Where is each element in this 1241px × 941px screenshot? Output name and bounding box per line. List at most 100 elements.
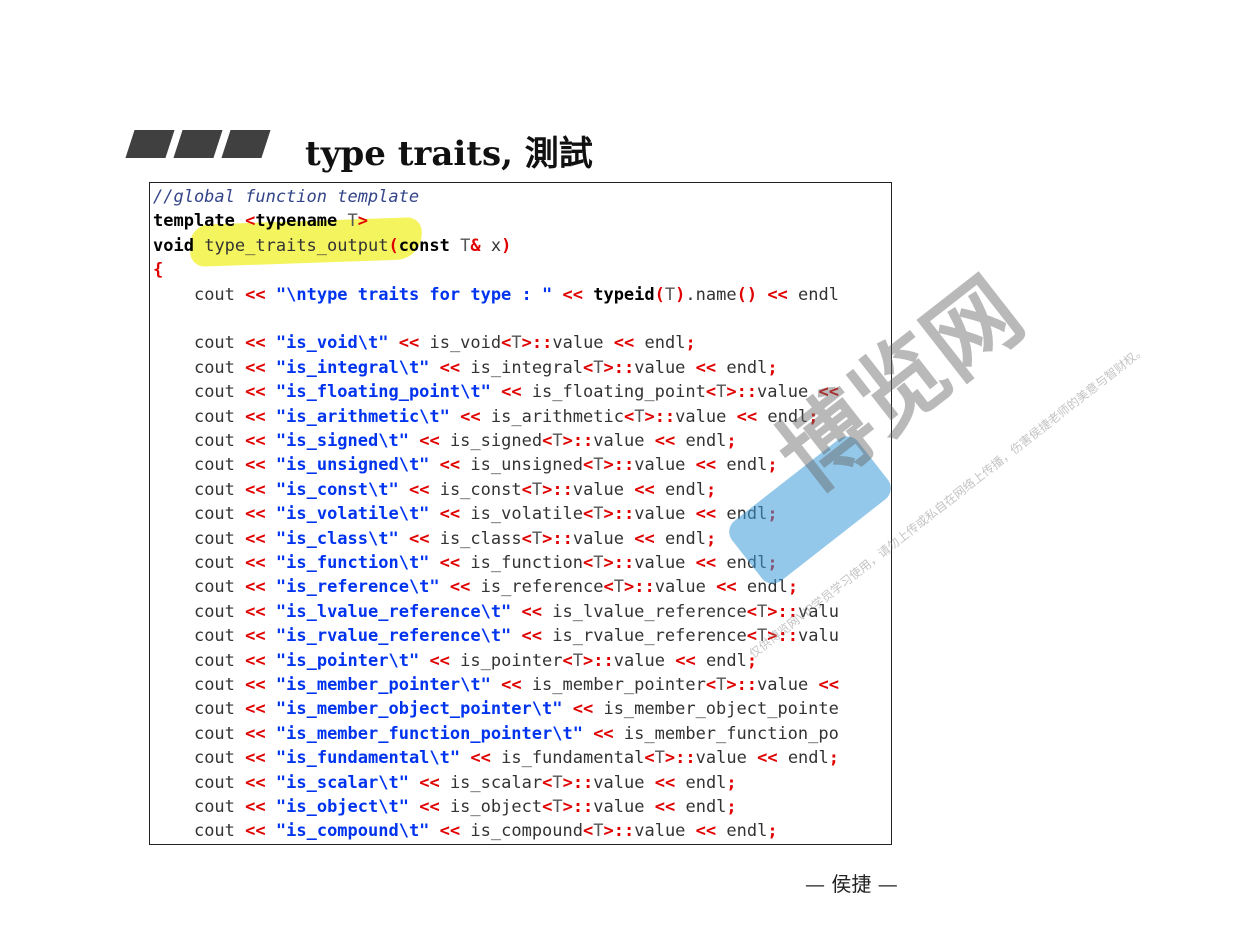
code-identifier: cout: [193, 504, 235, 525]
code-string: "is_scalar\t": [275, 772, 409, 793]
slide-title: type traits, 測試: [305, 134, 593, 174]
code-identifier: is_floating_point: [531, 382, 706, 403]
code-punct: ;: [746, 650, 758, 671]
code-identifier: T: [634, 406, 645, 427]
code-identifier: cout: [193, 797, 235, 817]
code-line: cout << "is_member_object_pointer\t" << …: [153, 697, 839, 721]
code-operator: <<: [245, 479, 266, 500]
code-identifier: .name: [685, 284, 737, 305]
code-operator: <<: [439, 821, 461, 842]
code-identifier: is_rvalue_reference: [552, 626, 747, 647]
code-operator: <<: [460, 406, 481, 427]
code-identifier: endl: [726, 357, 768, 378]
code-identifier: cout: [193, 357, 235, 378]
code-punct: >: [542, 479, 553, 500]
code-identifier: T: [572, 650, 584, 671]
code-punct: >: [603, 553, 614, 573]
code-punct: >: [603, 821, 614, 842]
code-identifier: endl: [685, 772, 727, 793]
code-punct: >: [562, 772, 573, 793]
code-identifier: value: [593, 772, 645, 793]
code-identifier: T: [531, 528, 543, 549]
code-line: //global function template: [153, 185, 419, 209]
code-punct: >: [767, 601, 778, 622]
code-punct: <: [245, 211, 256, 232]
code-punct: ;: [726, 772, 737, 793]
code-punct: <: [705, 382, 717, 403]
code-operator: <<: [245, 333, 266, 354]
code-line: cout << "is_void\t" << is_void<T>::value…: [153, 331, 696, 355]
code-identifier: cout: [193, 553, 235, 573]
code-identifier: cout: [193, 284, 235, 305]
code-identifier: value: [695, 748, 747, 769]
code-identifier: is_volatile: [470, 504, 583, 525]
code-punct: ;: [705, 479, 717, 500]
code-punct: ;: [767, 357, 778, 378]
code-operator: <<: [245, 504, 266, 525]
code-operator: <<: [419, 797, 440, 817]
code-identifier: value: [654, 577, 706, 598]
code-identifier: cout: [193, 772, 235, 793]
title-decoration-bars: [125, 130, 271, 158]
code-identifier: value: [634, 357, 686, 378]
code-identifier: T: [552, 797, 563, 817]
code-punct: >: [664, 748, 676, 769]
code-line: cout << "is_arithmetic\t" << is_arithmet…: [153, 405, 819, 429]
code-operator: <<: [593, 723, 614, 744]
code-line: cout << "is_object\t" << is_object<T>::v…: [153, 795, 737, 819]
code-operator: <<: [419, 772, 440, 793]
decoration-bar: [221, 130, 271, 158]
code-string: "\ntype traits for type : ": [275, 284, 553, 305]
code-identifier: T: [613, 577, 624, 598]
code-punct: <: [542, 772, 553, 793]
code-string: "is_pointer\t": [275, 650, 420, 671]
code-identifier: T: [654, 748, 665, 769]
code-identifier: is_signed: [449, 431, 543, 451]
code-identifier: endl: [787, 748, 829, 769]
code-operator: <<: [245, 772, 266, 793]
code-identifier: T: [552, 772, 563, 793]
code-line: cout << "is_integral\t" << is_integral<T…: [153, 356, 778, 380]
code-punct: >: [521, 333, 532, 354]
